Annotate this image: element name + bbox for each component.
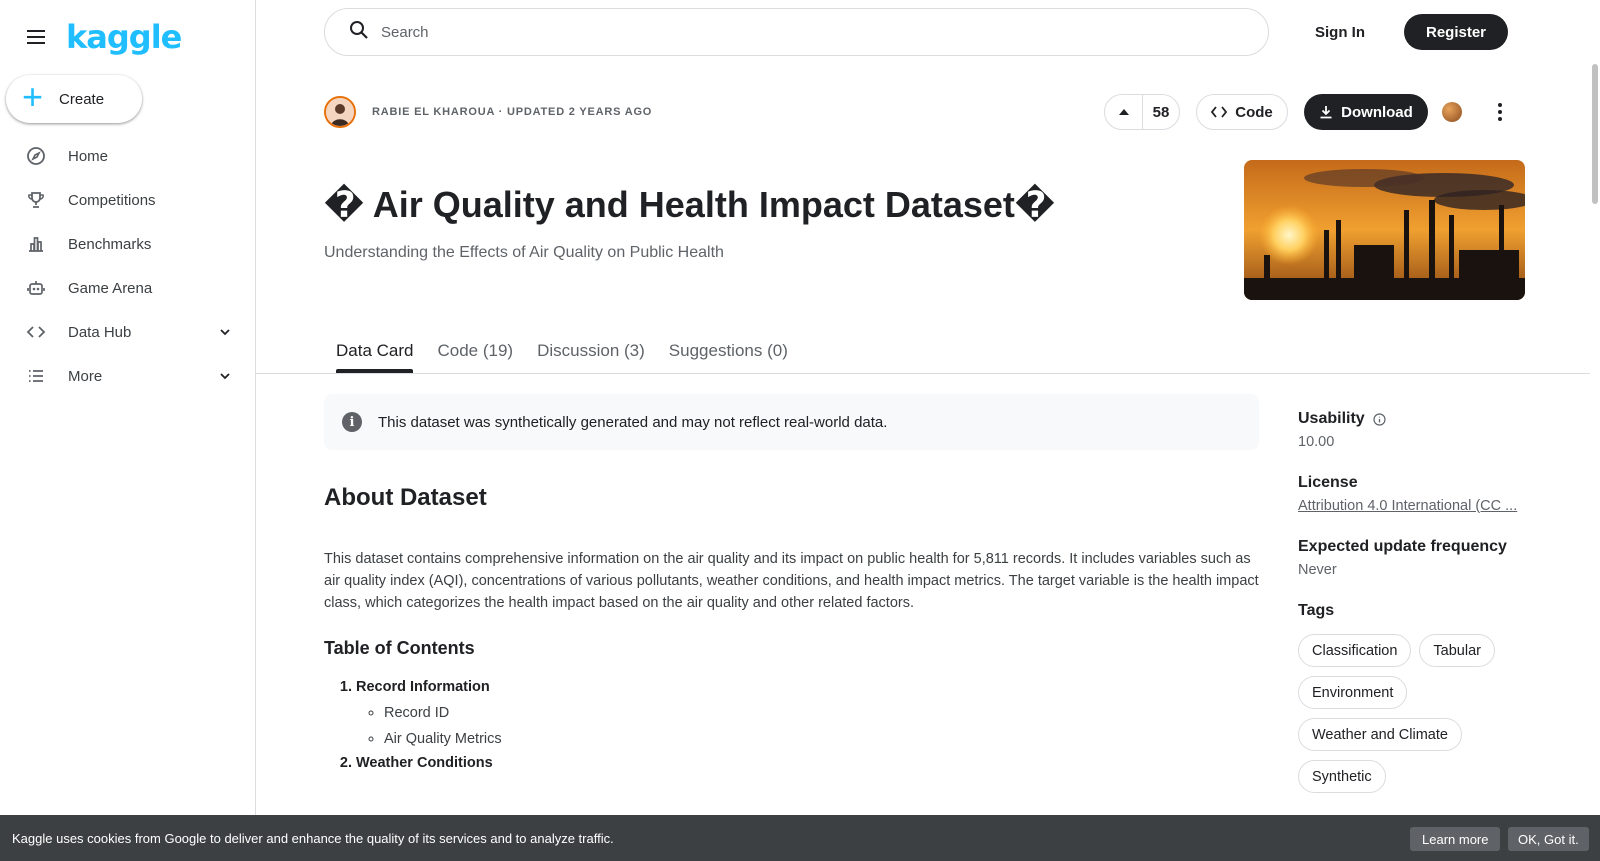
search-input[interactable] bbox=[381, 23, 1181, 41]
code-button-label: Code bbox=[1235, 103, 1273, 121]
sidebar-item-label: Data Hub bbox=[68, 323, 132, 341]
page-subtitle: Understanding the Effects of Air Quality… bbox=[324, 244, 724, 261]
toc-section-title: Weather Conditions bbox=[356, 755, 493, 771]
toc-list: Record Information Record ID Air Quality… bbox=[324, 679, 1264, 771]
license-label: License bbox=[1298, 474, 1358, 491]
tags-block: Tags Classification Tabular Environment … bbox=[1298, 602, 1528, 793]
sidebar-item-data-hub[interactable]: Data Hub bbox=[0, 310, 255, 354]
download-button[interactable]: Download bbox=[1304, 94, 1428, 130]
list-item: Record Information Record ID Air Quality… bbox=[356, 679, 1264, 747]
sidebar-header: kaggle bbox=[24, 18, 182, 56]
toc-heading: Table of Contents bbox=[324, 638, 475, 658]
list-item: Record ID bbox=[384, 705, 1264, 721]
sidebar-item-label: Game Arena bbox=[68, 279, 153, 297]
sign-in-button[interactable]: Sign In bbox=[1300, 14, 1380, 50]
toc-section-title: Record Information bbox=[356, 679, 490, 695]
tag-chip[interactable]: Tabular bbox=[1419, 634, 1495, 667]
list-item: Weather Conditions bbox=[356, 755, 1264, 771]
dataset-cover-image bbox=[1244, 160, 1525, 300]
compass-icon bbox=[26, 146, 46, 166]
sidebar-item-home[interactable]: Home bbox=[0, 134, 255, 178]
tags-label: Tags bbox=[1298, 602, 1335, 619]
dataset-tabs: Data Card Code (19) Discussion (3) Sugge… bbox=[324, 330, 800, 373]
upvote-widget: 58 bbox=[1104, 94, 1180, 130]
hamburger-menu-icon[interactable] bbox=[24, 25, 48, 49]
ok-got-it-button[interactable]: OK, Got it. bbox=[1508, 827, 1589, 851]
more-options-icon[interactable] bbox=[1488, 100, 1512, 124]
cookie-text: Kaggle uses cookies from Google to deliv… bbox=[12, 830, 614, 846]
sidebar-item-benchmarks[interactable]: Benchmarks bbox=[0, 222, 255, 266]
code-brackets-icon bbox=[26, 322, 46, 342]
kaggle-logo[interactable]: kaggle bbox=[66, 18, 182, 56]
page-scrollbar[interactable] bbox=[1590, 0, 1600, 861]
usability-heading: Usability bbox=[1298, 410, 1528, 428]
notice-text: This dataset was synthetically generated… bbox=[378, 413, 888, 431]
chevron-down-icon[interactable] bbox=[217, 324, 233, 340]
tag-chip[interactable]: Environment bbox=[1298, 676, 1408, 709]
usability-value: 10.00 bbox=[1298, 434, 1335, 450]
tab-discussion[interactable]: Discussion (3) bbox=[525, 330, 657, 372]
license-block: License Attribution 4.0 International (C… bbox=[1298, 474, 1528, 514]
sidebar-item-label: More bbox=[68, 367, 103, 385]
search-bar[interactable] bbox=[324, 8, 1269, 56]
sidebar-nav: Home Competitions Benchmarks Game Arena … bbox=[0, 134, 255, 398]
bar-chart-icon bbox=[26, 234, 46, 254]
frequency-label: Expected update frequency bbox=[1298, 538, 1507, 555]
tab-data-card[interactable]: Data Card bbox=[324, 330, 425, 373]
medal-badge-icon[interactable] bbox=[1442, 102, 1462, 122]
page-title: � Air Quality and Health Impact Dataset� bbox=[324, 184, 1055, 225]
list-icon bbox=[26, 366, 46, 386]
tag-chip[interactable]: Weather and Climate bbox=[1298, 718, 1462, 751]
about-heading: About Dataset bbox=[324, 484, 487, 511]
upvote-count: 58 bbox=[1152, 103, 1170, 121]
about-paragraph: This dataset contains comprehensive info… bbox=[324, 551, 1259, 611]
create-button[interactable]: + Create bbox=[6, 75, 142, 123]
avatar[interactable] bbox=[324, 96, 356, 128]
scrollbar-thumb[interactable] bbox=[1592, 64, 1598, 204]
robot-icon bbox=[26, 278, 46, 298]
frequency-value: Never bbox=[1298, 562, 1337, 578]
download-button-label: Download bbox=[1341, 103, 1413, 121]
usability-label: Usability bbox=[1298, 410, 1365, 427]
download-icon bbox=[1320, 106, 1332, 119]
chevron-down-icon[interactable] bbox=[217, 368, 233, 384]
search-icon bbox=[349, 20, 369, 45]
sidebar-item-label: Competitions bbox=[68, 191, 156, 209]
plus-icon: + bbox=[22, 76, 44, 117]
info-icon: i bbox=[342, 412, 362, 432]
learn-more-button[interactable]: Learn more bbox=[1410, 827, 1501, 851]
sidebar-item-label: Benchmarks bbox=[68, 235, 152, 253]
upvote-button[interactable] bbox=[1105, 95, 1143, 129]
sidebar: kaggle + Create Home Competitions Benchm… bbox=[0, 0, 256, 861]
frequency-block: Expected update frequency Never bbox=[1298, 538, 1528, 578]
tabs-divider bbox=[256, 373, 1590, 374]
tag-chip[interactable]: Classification bbox=[1298, 634, 1412, 667]
list-item: Air Quality Metrics bbox=[384, 731, 1264, 747]
tags-list: Classification Tabular Environment Weath… bbox=[1298, 634, 1538, 793]
trophy-icon bbox=[26, 190, 46, 210]
register-button[interactable]: Register bbox=[1404, 14, 1508, 50]
license-link[interactable]: Attribution 4.0 International (CC ... bbox=[1298, 498, 1526, 514]
sidebar-item-competitions[interactable]: Competitions bbox=[0, 178, 255, 222]
arrow-up-icon bbox=[1118, 109, 1129, 115]
dataset-metadata: Usability 10.00 License Attribution 4.0 … bbox=[1298, 410, 1528, 817]
sidebar-item-game-arena[interactable]: Game Arena bbox=[0, 266, 255, 310]
tab-code[interactable]: Code (19) bbox=[425, 330, 525, 372]
tag-chip[interactable]: Synthetic bbox=[1298, 760, 1386, 793]
cookie-banner: Kaggle uses cookies from Google to deliv… bbox=[0, 815, 1600, 861]
info-outline-icon[interactable] bbox=[1373, 412, 1386, 426]
sidebar-item-more[interactable]: More bbox=[0, 354, 255, 398]
usability-block: Usability 10.00 bbox=[1298, 410, 1528, 450]
create-label: Create bbox=[59, 90, 105, 108]
synthetic-notice: i This dataset was synthetically generat… bbox=[324, 394, 1259, 450]
code-button[interactable]: Code bbox=[1196, 94, 1288, 130]
dataset-description: About Dataset This dataset contains comp… bbox=[324, 484, 1264, 777]
owner-updated-line: RABIE EL KHAROUA · UPDATED 2 YEARS AGO bbox=[372, 106, 653, 118]
code-brackets-icon bbox=[1211, 106, 1228, 118]
sidebar-item-label: Home bbox=[68, 147, 109, 165]
tab-suggestions[interactable]: Suggestions (0) bbox=[657, 330, 800, 372]
